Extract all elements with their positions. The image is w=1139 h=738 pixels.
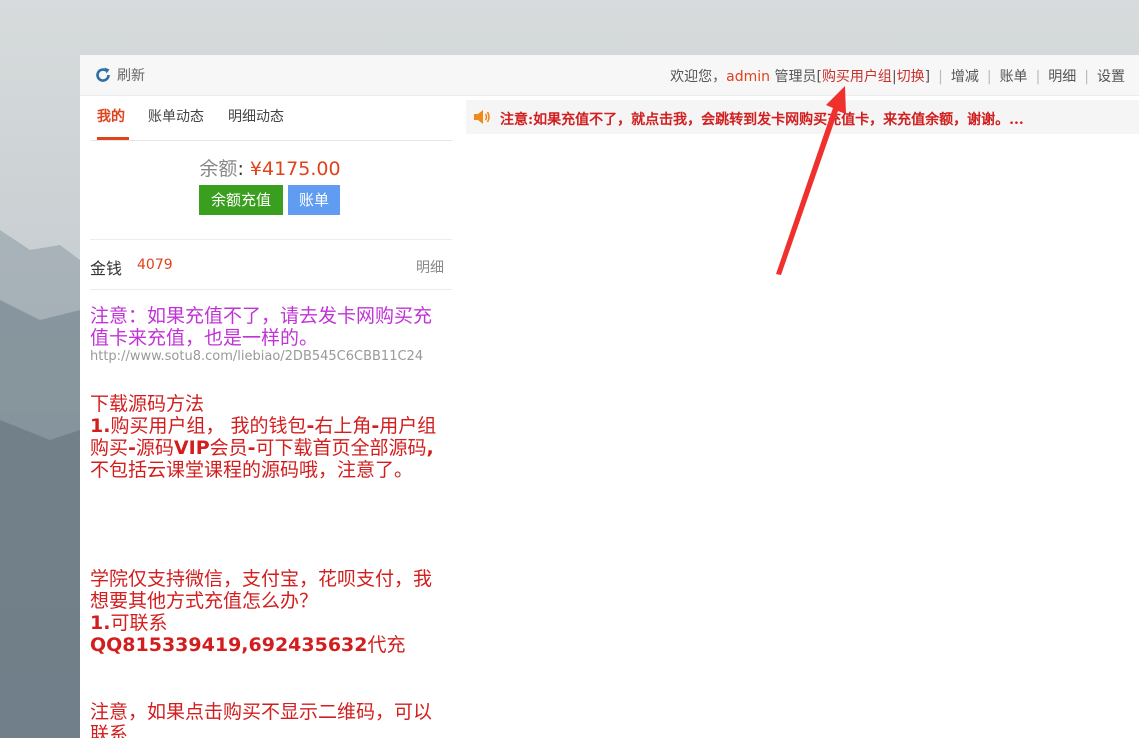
menu-adjust[interactable]: 增减 — [951, 69, 979, 85]
money-label: 金钱 — [90, 259, 123, 278]
recharge-button[interactable]: 余额充值 — [199, 185, 283, 215]
qr-code-notice: 注意，如果点击购买不显示二维码，可以联系 — [90, 701, 433, 738]
notice-text[interactable]: 注意:如果充值不了，就点击我，会跳转到发卡网购买充值卡，来充值余额，谢谢。... — [500, 109, 1024, 129]
balance-display: 余额: ¥4175.00 — [80, 154, 460, 181]
divider — [90, 239, 452, 240]
wallet-column: 我的 账单动态 明细动态 余额: ¥4175.00 余额充值 账单 金钱 407… — [80, 96, 460, 738]
money-row: 金钱 4079 明细 — [90, 255, 444, 278]
divider: | — [986, 69, 992, 85]
card-shop-url[interactable]: http://www.sotu8.com/liebiao/2DB545C6CBB… — [90, 349, 423, 364]
tab-mine[interactable]: 我的 — [97, 106, 125, 126]
balance-value: ¥4175.00 — [249, 158, 341, 180]
active-tab-indicator — [97, 137, 129, 140]
main-panel: 刷新 欢迎您，admin 管理员[购买用户组|切换] | 增减 | 账单 | 明细 | 设置 我… — [80, 55, 1139, 738]
download-steps: 1.购买用户组， 我的钱包-右上角-用户组购买-源码VIP会员-可下载首页全部源… — [90, 415, 437, 481]
divider: | — [1084, 69, 1089, 85]
bracket-close: ] — [924, 69, 931, 85]
divider: | — [938, 69, 943, 85]
divider: | — [1035, 69, 1041, 85]
user-menu: 欢迎您，admin 管理员[购买用户组|切换] | 增减 | 账单 | 明细 | 设置 — [670, 66, 1125, 86]
bill-button[interactable]: 账单 — [288, 185, 340, 215]
wallet-tabs: 我的 账单动态 明细动态 — [90, 96, 452, 141]
welcome-text: 欢迎您， — [670, 69, 727, 85]
notice-bar[interactable]: 注意:如果充值不了，就点击我，会跳转到发卡网购买充值卡，来充值余额，谢谢。... — [466, 100, 1139, 134]
top-bar: 刷新 欢迎您，admin 管理员[购买用户组|切换] | 增减 | 账单 | 明细 | 设置 — [80, 55, 1139, 96]
divider — [90, 289, 452, 290]
money-value: 4079 — [137, 257, 173, 273]
switch-link[interactable]: 切换 — [897, 69, 925, 85]
tab-detail-activity[interactable]: 明细动态 — [228, 106, 284, 126]
buy-user-group-link[interactable]: 购买用户组 — [822, 69, 892, 85]
balance-colon: : — [237, 158, 244, 180]
role-text: 管理员[ — [770, 69, 822, 85]
username: admin — [726, 69, 771, 85]
payment-notice: 学院仅支持微信，支付宝，花呗支付，我想要其他方式充值怎么办？ 1.可联系 QQ81… — [90, 568, 450, 656]
money-detail-link[interactable]: 明细 — [416, 257, 444, 277]
menu-settings[interactable]: 设置 — [1097, 69, 1125, 85]
refresh-label: 刷新 — [117, 68, 145, 84]
balance-label: 余额 — [199, 158, 238, 180]
payment-contact: 1.可联系 QQ815339419,692435632代充 — [90, 612, 406, 656]
refresh-button[interactable]: 刷新 — [94, 65, 145, 85]
menu-detail[interactable]: 明细 — [1048, 69, 1076, 85]
download-instructions: 下载源码方法 1.购买用户组， 我的钱包-右上角-用户组购买-源码VIP会员-可… — [90, 393, 450, 481]
download-title: 下载源码方法 — [90, 393, 205, 415]
payment-question: 学院仅支持微信，支付宝，花呗支付，我想要其他方式充值怎么办？ — [90, 568, 433, 612]
tab-bill-activity[interactable]: 账单动态 — [148, 106, 204, 126]
speaker-icon — [474, 110, 490, 124]
refresh-icon — [96, 67, 110, 82]
menu-bill[interactable]: 账单 — [1000, 69, 1028, 85]
recharge-notice: 注意：如果充值不了，请去发卡网购买充值卡来充值，也是一样的。 — [90, 305, 433, 349]
